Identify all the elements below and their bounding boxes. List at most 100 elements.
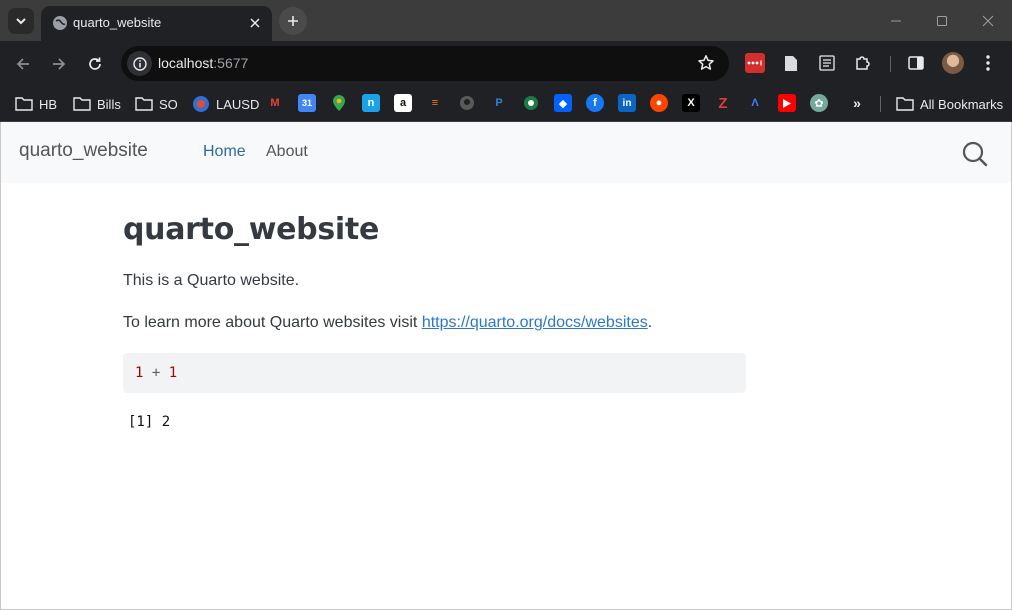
reader-icon — [819, 55, 835, 71]
extension-document-icon[interactable] — [781, 53, 801, 73]
code-block: 1 + 1 — [123, 353, 746, 393]
bookmark-folder-so[interactable]: SO — [135, 93, 178, 115]
github-logo-icon — [460, 96, 474, 110]
close-icon — [982, 15, 994, 27]
starbucks-icon[interactable] — [522, 94, 540, 112]
chevron-down-icon — [16, 18, 26, 25]
zotero-icon[interactable]: Z — [714, 94, 732, 112]
close-window-button[interactable] — [975, 8, 1001, 34]
extensions-button[interactable] — [853, 53, 873, 73]
close-icon — [250, 18, 260, 28]
youtube-icon[interactable] — [778, 94, 796, 112]
lausd-logo-icon — [193, 96, 209, 112]
reload-button[interactable] — [83, 52, 107, 76]
reddit-icon[interactable]: ● — [650, 94, 668, 112]
tab-strip: quarto_website — [0, 0, 1012, 41]
x-twitter-icon[interactable]: X — [682, 94, 700, 112]
extension-lastpass-icon[interactable] — [745, 53, 765, 73]
bookmark-label: All Bookmarks — [920, 96, 1004, 112]
bookmark-folder-bills[interactable]: Bills — [73, 93, 121, 115]
side-panel-button[interactable] — [906, 53, 926, 73]
bookmark-label: Bills — [97, 96, 121, 112]
browser-toolbar: localhost:5677 — [0, 41, 1012, 87]
dots-icon — [747, 60, 762, 66]
kebab-menu-icon — [986, 55, 990, 71]
nearpod-icon[interactable]: n — [362, 94, 380, 112]
quarto-docs-link[interactable]: https://quarto.org/docs/websites — [422, 314, 648, 331]
plus-icon — [288, 16, 298, 26]
learn-more-paragraph: To learn more about Quarto websites visi… — [123, 314, 652, 332]
paypal-icon[interactable]: P — [490, 94, 508, 112]
url-host: localhost — [158, 55, 214, 71]
arrow-right-icon — [53, 58, 66, 70]
bookmarks-bar: HB Bills SO LAUSD M 31 n a ≡ P ◆ f in ● … — [0, 87, 1012, 122]
code-line: 1 + 1 — [135, 365, 177, 381]
forward-button[interactable] — [47, 52, 71, 76]
document-icon — [785, 55, 797, 71]
bookmark-folder-hb[interactable]: HB — [15, 93, 57, 115]
search-icon[interactable] — [961, 140, 989, 168]
gmail-icon[interactable]: M — [266, 94, 284, 112]
more-bookmarks-icon[interactable]: » — [848, 94, 866, 112]
side-panel-icon — [908, 56, 924, 70]
map-pin-icon — [333, 95, 345, 111]
github-icon[interactable] — [458, 94, 476, 112]
site-navbar: quarto_website Home About — [1, 122, 1011, 183]
close-tab-button[interactable] — [246, 14, 264, 32]
mountains-icon[interactable]: Λ — [746, 94, 764, 112]
bookmark-label: SO — [159, 96, 178, 112]
google-maps-icon[interactable] — [330, 94, 348, 112]
tab-search-button[interactable] — [8, 8, 34, 34]
back-button[interactable] — [11, 52, 35, 76]
maximize-icon — [937, 16, 947, 26]
stack-overflow-icon[interactable]: ≡ — [426, 94, 444, 112]
code-number: 1 — [135, 365, 144, 381]
learn-more-prefix: To learn more about Quarto websites visi… — [123, 314, 422, 331]
info-icon — [132, 56, 147, 71]
bookmark-lausd[interactable]: LAUSD — [192, 93, 259, 115]
google-calendar-icon[interactable]: 31 — [298, 94, 316, 112]
site-info-button[interactable] — [127, 51, 152, 76]
maximize-button[interactable] — [929, 8, 955, 34]
extension-reader-icon[interactable] — [817, 53, 837, 73]
code-operator: + — [151, 365, 161, 381]
folder-icon — [896, 97, 914, 111]
bookmark-label: HB — [39, 96, 58, 112]
bookmark-label: LAUSD — [216, 96, 260, 112]
bookmarks-divider — [880, 96, 881, 112]
all-bookmarks-folder[interactable]: All Bookmarks — [896, 93, 1003, 115]
site-brand[interactable]: quarto_website — [19, 140, 148, 162]
arrow-left-icon — [16, 58, 29, 70]
menu-button[interactable] — [978, 53, 998, 73]
chatgpt-icon[interactable]: ✿ — [810, 94, 828, 112]
url-port: :5677 — [213, 55, 249, 71]
nav-link-about[interactable]: About — [266, 143, 308, 161]
folder-icon — [73, 97, 91, 111]
amazon-icon[interactable]: a — [394, 94, 412, 112]
active-tab[interactable]: quarto_website — [41, 6, 272, 41]
profile-avatar[interactable] — [942, 52, 964, 74]
bookmark-star-icon[interactable] — [697, 54, 715, 72]
page-title: quarto_website — [123, 212, 379, 247]
dropbox-icon[interactable]: ◆ — [554, 94, 572, 112]
reload-icon — [89, 57, 101, 70]
page-viewport: quarto_website Home About quarto_website… — [0, 122, 1012, 610]
facebook-icon[interactable]: f — [586, 94, 604, 112]
linkedin-icon[interactable]: in — [618, 94, 636, 112]
minimize-icon — [891, 20, 901, 22]
nav-link-home[interactable]: Home — [203, 143, 246, 161]
url-text: localhost:5677 — [158, 55, 248, 71]
folder-icon — [15, 97, 33, 111]
folder-icon — [135, 97, 153, 111]
globe-icon — [53, 16, 67, 30]
intro-paragraph: This is a Quarto website. — [123, 272, 300, 289]
new-tab-button[interactable] — [279, 7, 307, 35]
address-bar[interactable]: localhost:5677 — [121, 46, 729, 81]
puzzle-icon — [856, 56, 870, 70]
minimize-button[interactable] — [883, 8, 909, 34]
play-icon — [783, 98, 791, 108]
code-number: 1 — [168, 365, 178, 381]
main-content: quarto_website This is a Quarto website.… — [123, 212, 747, 430]
learn-more-suffix: . — [647, 314, 653, 331]
starbucks-logo-icon — [524, 96, 538, 110]
